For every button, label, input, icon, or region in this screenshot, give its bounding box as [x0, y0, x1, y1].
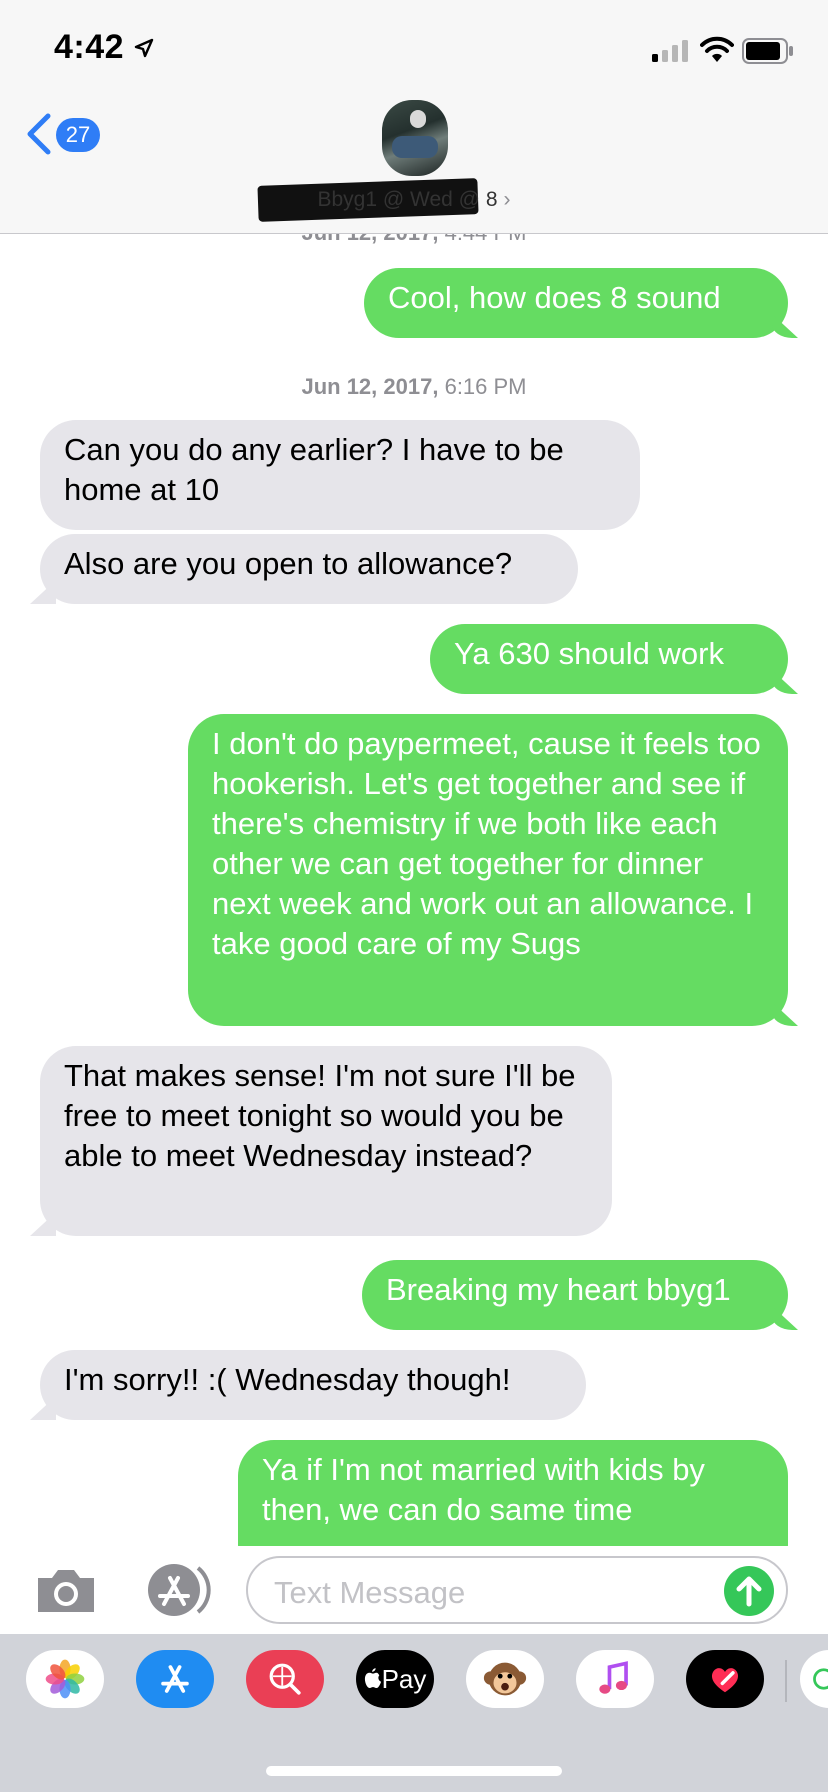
cellular-signal-icon: [652, 40, 688, 62]
timestamp-time: 6:16 PM: [444, 374, 527, 399]
contact-name: Bbyg1 @ Wed @ 8: [317, 188, 498, 211]
incoming-message[interactable]: Also are you open to allowance?: [40, 534, 578, 604]
chevron-left-icon: [27, 113, 51, 155]
send-button[interactable]: [724, 1566, 774, 1616]
app-store-drawer-icon[interactable]: [140, 1562, 212, 1618]
status-bar: 4:42: [0, 0, 828, 100]
timestamp-date: Jun 12, 2017,: [301, 374, 439, 399]
message-text: Cool, how does 8 sound: [388, 280, 721, 315]
contact-avatar[interactable]: [382, 100, 448, 176]
message-text: Ya 630 should work: [454, 636, 724, 671]
drawer-separator: [785, 1660, 787, 1702]
wifi-icon: [700, 36, 734, 62]
outgoing-message[interactable]: Ya 630 should work: [430, 624, 788, 694]
message-text: I don't do paypermeet, cause it feels to…: [212, 726, 761, 961]
incoming-message[interactable]: I'm sorry!! :( Wednesday though!: [40, 1350, 586, 1420]
avatar-photo-shape: [410, 110, 426, 128]
photos-icon: [45, 1659, 85, 1699]
incoming-message[interactable]: Can you do any earlier? I have to be hom…: [40, 420, 640, 530]
message-timestamp: Jun 12, 2017, 4:44 PM: [0, 234, 828, 246]
digital-touch-icon: [711, 1668, 739, 1693]
camera-icon[interactable]: [34, 1566, 98, 1616]
battery-icon: [742, 38, 793, 64]
app-store-icon: [161, 1665, 189, 1693]
images-search-app-button[interactable]: [246, 1650, 324, 1708]
unread-count-badge: 27: [56, 118, 100, 152]
web-images-icon: [269, 1663, 301, 1695]
incoming-message[interactable]: That makes sense! I'm not sure I'll be f…: [40, 1046, 612, 1236]
chevron-right-icon: ›: [503, 188, 511, 211]
message-text: Breaking my heart bbyg1: [386, 1272, 731, 1307]
music-app-button[interactable]: [576, 1650, 654, 1708]
more-apps-button[interactable]: [800, 1650, 828, 1708]
more-apps-icon: [813, 1668, 828, 1690]
timestamp-date: Jun 12, 2017,: [301, 234, 438, 245]
music-icon: [599, 1661, 628, 1694]
outgoing-message[interactable]: Breaking my heart bbyg1: [362, 1260, 788, 1330]
message-text: Also are you open to allowance?: [64, 546, 513, 581]
message-text: Can you do any earlier? I have to be hom…: [64, 432, 564, 507]
contact-name-button[interactable]: Bbyg1 @ Wed @ 8 ›: [0, 178, 828, 222]
message-text: Ya if I'm not married with kids by then,…: [262, 1452, 705, 1527]
message-text-field[interactable]: Text Message: [246, 1556, 788, 1624]
message-placeholder: Text Message: [274, 1575, 466, 1610]
status-time: 4:42: [54, 28, 125, 66]
message-input-bar: Text Message: [0, 1546, 828, 1634]
avatar-photo-shape: [392, 136, 438, 158]
back-button[interactable]: 27: [24, 108, 114, 158]
message-list[interactable]: Jun 12, 2017, 4:44 PM Cool, how does 8 s…: [0, 234, 828, 1546]
outgoing-message[interactable]: Ya if I'm not married with kids by then,…: [238, 1440, 788, 1546]
animoji-app-button[interactable]: [466, 1650, 544, 1708]
digital-touch-app-button[interactable]: [686, 1650, 764, 1708]
outgoing-message[interactable]: Cool, how does 8 sound: [364, 268, 788, 338]
app-store-app-button[interactable]: [136, 1650, 214, 1708]
apple-logo-icon: [364, 1668, 381, 1688]
message-text: I'm sorry!! :( Wednesday though!: [64, 1362, 511, 1397]
apple-pay-label: Pay: [381, 1663, 427, 1694]
photos-app-button[interactable]: [26, 1650, 104, 1708]
message-text: That makes sense! I'm not sure I'll be f…: [64, 1058, 576, 1173]
arrow-up-icon: [736, 1576, 762, 1607]
imessage-app-drawer: Pay: [0, 1634, 828, 1792]
apple-pay-app-button[interactable]: Pay: [356, 1650, 434, 1708]
home-indicator[interactable]: [266, 1766, 562, 1776]
conversation-header: 27 Bbyg1 @ Wed @ 8 ›: [0, 100, 828, 234]
animoji-icon: [483, 1662, 527, 1696]
location-arrow-icon: [134, 38, 154, 58]
timestamp-time: 4:44 PM: [445, 234, 527, 245]
message-timestamp: Jun 12, 2017, 6:16 PM: [0, 374, 828, 400]
outgoing-message[interactable]: I don't do paypermeet, cause it feels to…: [188, 714, 788, 1026]
